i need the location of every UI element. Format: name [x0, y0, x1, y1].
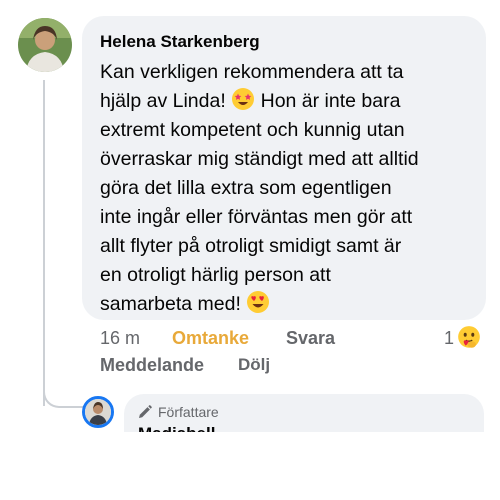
heart-eyes-emoji-icon [247, 291, 270, 313]
comment-text-rest: extremt kompetent och kunnig utan överra… [100, 119, 419, 315]
comment-timestamp[interactable]: 16 m [100, 328, 140, 349]
hide-button[interactable]: Dölj [238, 355, 270, 375]
viewport-bottom [0, 432, 500, 500]
author-badge-label: Författare [158, 404, 219, 420]
pencil-icon [139, 405, 152, 418]
reaction-button[interactable]: Omtanke [172, 328, 249, 349]
commenter-avatar[interactable] [18, 18, 72, 72]
care-hug-emoji-icon [458, 326, 480, 348]
message-button[interactable]: Meddelande [100, 355, 204, 376]
reply-avatar[interactable] [82, 396, 114, 428]
reaction-count: 1 [444, 327, 455, 348]
comment-text: Kan verkligen rekommendera att ta hjälp … [100, 58, 475, 319]
comment-text-line1: Kan verkligen rekommendera att ta [100, 61, 404, 83]
star-struck-emoji-icon [232, 88, 255, 110]
comment-author[interactable]: Helena Starkenberg [100, 32, 260, 52]
comment-text-line2b: Hon är inte bara [255, 90, 401, 112]
comment-text-line2a: hjälp av Linda! [100, 90, 232, 112]
thread-connector [43, 388, 83, 408]
thread-line [43, 80, 45, 406]
reaction-summary[interactable]: 1 [444, 325, 482, 351]
reply-button[interactable]: Svara [286, 328, 335, 349]
author-badge: Författare [138, 404, 219, 420]
